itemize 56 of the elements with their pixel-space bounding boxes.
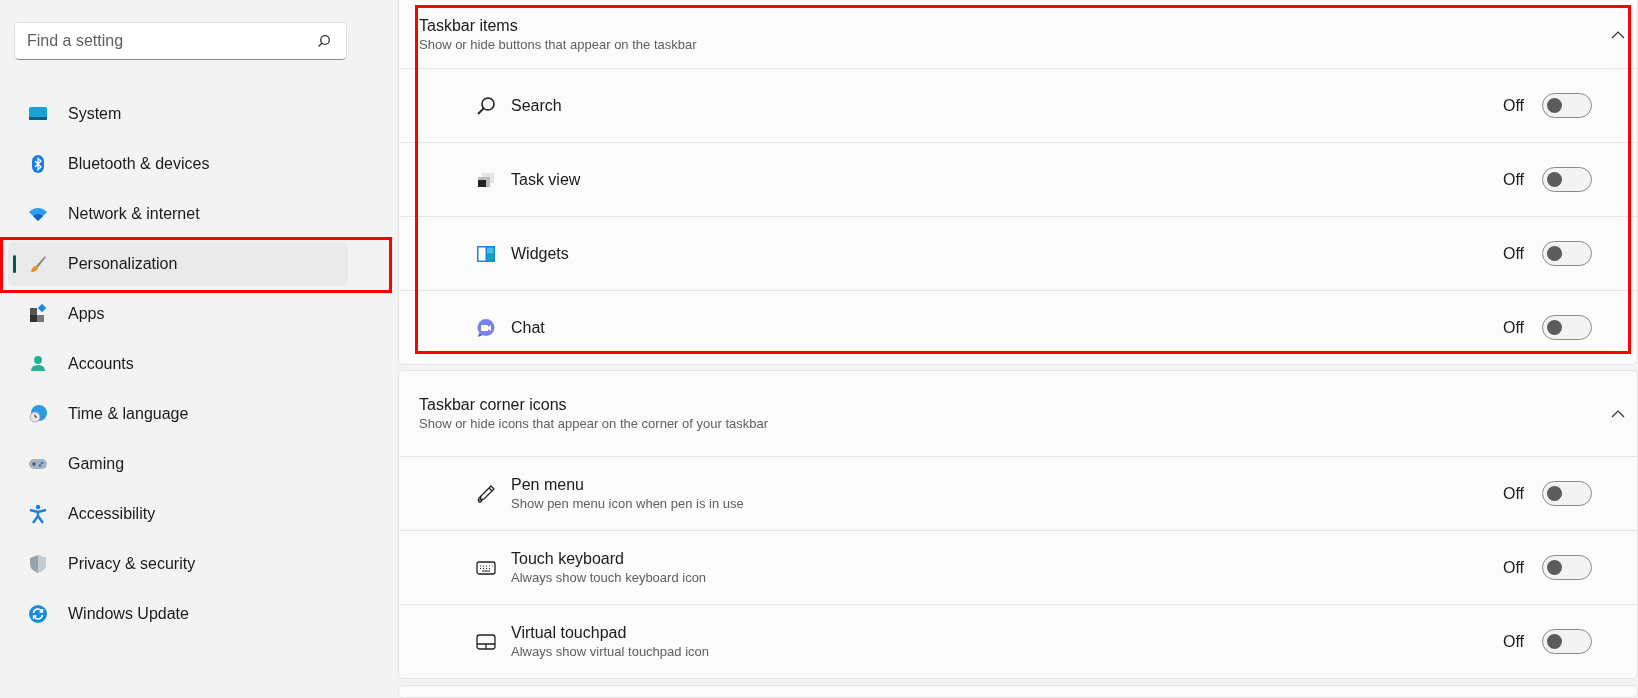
apps-icon: [28, 304, 48, 324]
sidebar-item[interactable]: Accounts: [8, 342, 348, 386]
shield-icon: [28, 554, 48, 574]
sidebar-item[interactable]: Network & internet: [8, 192, 348, 236]
toggle-switch[interactable]: [1542, 167, 1592, 192]
sidebar-item[interactable]: Privacy & security: [8, 542, 348, 586]
globe-clock-icon: [28, 404, 48, 424]
touchpad-icon: [476, 631, 496, 652]
chevron-up-icon[interactable]: [1611, 408, 1625, 419]
toggle-state: Off: [1502, 317, 1524, 338]
section-title: Taskbar items: [419, 15, 519, 36]
chevron-up-icon[interactable]: [1611, 29, 1625, 40]
setting-description: Always show touch keyboard icon: [511, 568, 708, 587]
toggle-state: Off: [1502, 243, 1524, 264]
toggle-state: Off: [1502, 483, 1524, 504]
sidebar-item[interactable]: Gaming: [8, 442, 348, 486]
section-title: Taskbar corner icons: [419, 394, 568, 415]
setting-label: Virtual touchpad: [511, 622, 628, 643]
toggle-switch[interactable]: [1542, 481, 1592, 506]
setting-label: Touch keyboard: [511, 548, 625, 569]
search-icon: [317, 34, 331, 48]
toggle-state: Off: [1502, 95, 1524, 116]
sidebar-item[interactable]: Apps: [8, 292, 348, 336]
setting-description: Show pen menu icon when pen is in use: [511, 494, 745, 513]
chat-icon: [476, 317, 496, 338]
toggle-switch[interactable]: [1542, 555, 1592, 580]
sidebar-item[interactable]: Personalization: [8, 242, 348, 286]
toggle-switch[interactable]: [1542, 93, 1592, 118]
setting-label: Pen menu: [511, 474, 585, 495]
setting-label: Task view: [511, 169, 582, 190]
sidebar-item[interactable]: Accessibility: [8, 492, 348, 536]
toggle-switch[interactable]: [1542, 241, 1592, 266]
section-subtitle: Show or hide icons that appear on the corner of your taskbar: [419, 414, 770, 433]
toggle-switch[interactable]: [1542, 315, 1592, 340]
paintbrush-icon: [28, 254, 48, 274]
setting-label: Widgets: [511, 243, 570, 264]
sidebar-item[interactable]: System: [8, 92, 348, 136]
toggle-state: Off: [1502, 557, 1524, 578]
selection-indicator: [13, 255, 16, 273]
section-subtitle: Show or hide buttons that appear on the taskbar: [419, 35, 698, 54]
search-field[interactable]: Find a setting: [14, 22, 347, 60]
person-icon: [28, 354, 48, 374]
accessibility-icon: [28, 504, 48, 524]
toggle-switch[interactable]: [1542, 629, 1592, 654]
setting-label: Search: [511, 95, 563, 116]
sidebar-item[interactable]: Time & language: [8, 392, 348, 436]
sidebar-item[interactable]: Bluetooth & devices: [8, 142, 348, 186]
setting-label: Chat: [511, 317, 546, 338]
toggle-state: Off: [1502, 169, 1524, 190]
pen-icon: [476, 483, 496, 504]
toggle-state: Off: [1502, 631, 1524, 652]
widgets-icon: [476, 243, 496, 264]
search-icon: [476, 95, 496, 116]
update-icon: [28, 604, 48, 624]
setting-description: Always show virtual touchpad icon: [511, 642, 710, 661]
sidebar-item[interactable]: Windows Update: [8, 592, 348, 636]
